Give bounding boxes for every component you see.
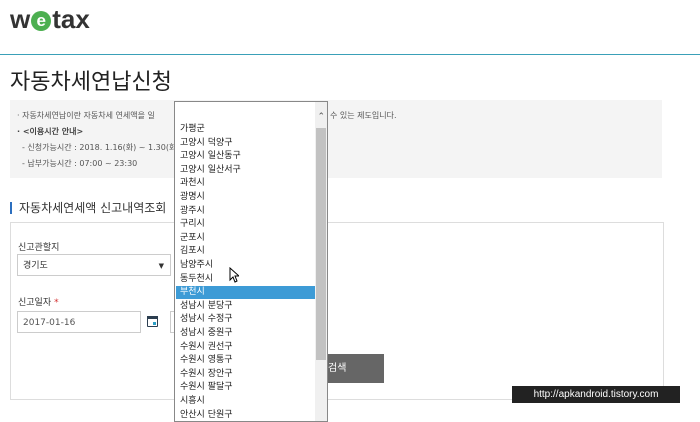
section-title: 자동차세연세액 신고내역조회 xyxy=(10,202,166,214)
dropdown-option[interactable]: 가평군 xyxy=(179,123,316,136)
scroll-up-icon[interactable]: ⌃ xyxy=(317,112,325,122)
dropdown-option[interactable]: 구리시 xyxy=(179,218,316,231)
dropdown-option[interactable]: 남양주시 xyxy=(179,259,316,272)
chevron-down-icon: ▼ xyxy=(158,262,164,270)
dropdown-option[interactable]: 고양시 덕양구 xyxy=(179,137,316,150)
dropdown-option[interactable]: 김포시 xyxy=(179,245,316,258)
dropdown-option[interactable]: 시흥시 xyxy=(179,395,316,408)
logo-text-tax: tax xyxy=(52,4,90,34)
dropdown-option[interactable]: 수원시 권선구 xyxy=(179,341,316,354)
dropdown-option[interactable]: 성남시 수정구 xyxy=(179,313,316,326)
dropdown-option[interactable]: 고양시 일산서구 xyxy=(179,164,316,177)
date-input[interactable]: 2017-01-16 xyxy=(17,311,141,333)
notice-line-4: - 납부가능시간 : 07:00 ~ 23:30 xyxy=(22,159,138,168)
dropdown-option[interactable]: 동두천시 xyxy=(179,273,316,286)
dropdown-option[interactable]: 광명시 xyxy=(179,191,316,204)
calendar-icon[interactable] xyxy=(146,313,160,329)
required-mark: * xyxy=(54,298,59,308)
scroll-thumb[interactable] xyxy=(316,128,326,360)
mouse-cursor-icon xyxy=(229,267,239,283)
notice-box: · 자동차세연납이란 자동차세 연세액을 일 수 있는 제도입니다. · <이용… xyxy=(10,100,662,178)
dropdown-option[interactable]: 성남시 중원구 xyxy=(179,327,316,340)
dropdown-option[interactable]: 수원시 장안구 xyxy=(179,368,316,381)
dropdown-option[interactable]: 안산시 단원구 xyxy=(179,409,316,421)
dropdown-option[interactable]: 고양시 일산동구 xyxy=(179,150,316,163)
calendar-icon-bar xyxy=(147,316,158,319)
jurisdiction-select[interactable]: 경기도 ▼ xyxy=(17,254,171,276)
date-label: 신고일자 * xyxy=(18,295,59,308)
date-label-text: 신고일자 xyxy=(18,298,52,308)
dropdown-option[interactable]: 수원시 팔달구 xyxy=(179,381,316,394)
dropdown-option[interactable]: 부천시 xyxy=(176,286,317,300)
page-title: 자동차세연납신청 xyxy=(10,70,172,95)
dropdown-scrollbar[interactable]: ⌃ xyxy=(315,102,327,421)
notice-line-3: - 신청가능시간 : 2018. 1.16(화) ~ 1.30(화 xyxy=(22,143,177,152)
notice-line-2: · <이용시간 안내> xyxy=(17,127,84,136)
calendar-icon-dot xyxy=(153,322,156,325)
jurisdiction-select-value: 경기도 xyxy=(23,261,48,271)
dropdown-option[interactable]: 광주시 xyxy=(179,205,316,218)
watermark: http://apkandroid.tistory.com xyxy=(512,386,680,403)
notice-line-1-tail: 수 있는 제도입니다. xyxy=(330,111,397,120)
dropdown-option[interactable]: 성남시 분당구 xyxy=(179,300,316,313)
dropdown-option[interactable]: 수원시 영통구 xyxy=(179,354,316,367)
wetax-logo[interactable]: w e tax xyxy=(10,4,90,35)
logo-text-w: w xyxy=(10,4,31,34)
dropdown-option[interactable]: 과천시 xyxy=(179,177,316,190)
jurisdiction-label: 신고관할지 xyxy=(18,243,60,253)
logo-e-icon: e xyxy=(31,11,52,31)
header: w e tax xyxy=(0,0,700,55)
dropdown-option[interactable]: 군포시 xyxy=(179,232,316,245)
notice-line-1: · 자동차세연납이란 자동차세 연세액을 일 xyxy=(17,111,155,120)
jurisdiction-dropdown-list[interactable]: 가평군 고양시 덕양구 고양시 일산동구 고양시 일산서구 과천시 광명시 광주시 구리시 군포… xyxy=(174,101,328,422)
